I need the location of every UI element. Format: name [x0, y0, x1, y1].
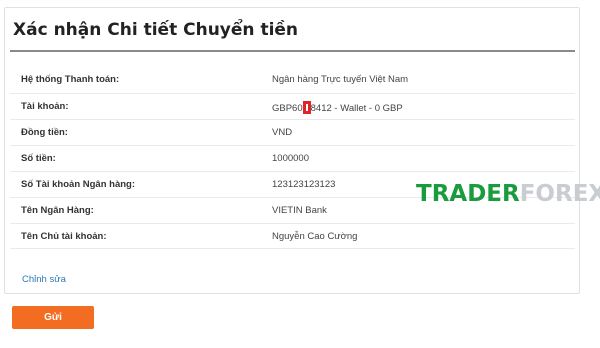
detail-row-payment-system: Hệ thống Thanh toán: Ngân hàng Trực tuyế… [10, 67, 575, 93]
detail-row-account: Tài khoản: GBP60 8412 - Wallet - 0 GBP [10, 93, 575, 119]
edit-link[interactable]: Chỉnh sửa [22, 274, 66, 285]
detail-row-account-holder: Tên Chủ tài khoản: Nguyễn Cao Cường [10, 223, 575, 249]
detail-value: GBP60 8412 - Wallet - 0 GBP [272, 101, 403, 114]
detail-row-currency: Đồng tiền: VND [10, 119, 575, 145]
account-prefix: GBP60 [272, 103, 303, 114]
transfer-confirmation-card: Xác nhận Chi tiết Chuyển tiền Hệ thống T… [4, 7, 580, 294]
detail-label: Tên Chủ tài khoản: [21, 231, 107, 242]
redaction-mark-icon [302, 101, 311, 114]
detail-label: Tài khoản: [21, 101, 69, 112]
detail-label: Đồng tiền: [21, 127, 68, 138]
detail-label: Số Tài khoản Ngân hàng: [21, 179, 136, 190]
detail-value: 1000000 [272, 153, 309, 164]
detail-value: 123123123123 [272, 179, 336, 190]
traderforex-watermark: TRADERFOREX [416, 181, 600, 207]
detail-value: Ngân hàng Trực tuyến Việt Nam [272, 74, 409, 85]
detail-label: Tên Ngân Hàng: [21, 205, 94, 216]
title-divider [10, 50, 575, 52]
send-button[interactable]: Gửi [12, 306, 94, 329]
detail-value: Nguyễn Cao Cường [272, 231, 358, 242]
page-title: Xác nhận Chi tiết Chuyển tiền [13, 20, 299, 40]
detail-row-amount: Số tiền: 1000000 [10, 145, 575, 171]
detail-value: VIETIN Bank [272, 205, 327, 216]
watermark-part-trader: TRADER [416, 181, 520, 207]
detail-label: Hệ thống Thanh toán: [21, 74, 120, 85]
detail-value: VND [272, 127, 293, 138]
account-suffix: 8412 - Wallet - 0 GBP [310, 103, 403, 114]
details-list: Hệ thống Thanh toán: Ngân hàng Trực tuyế… [10, 67, 575, 249]
detail-label: Số tiền: [21, 153, 56, 164]
watermark-part-forex: FOREX [519, 181, 600, 207]
